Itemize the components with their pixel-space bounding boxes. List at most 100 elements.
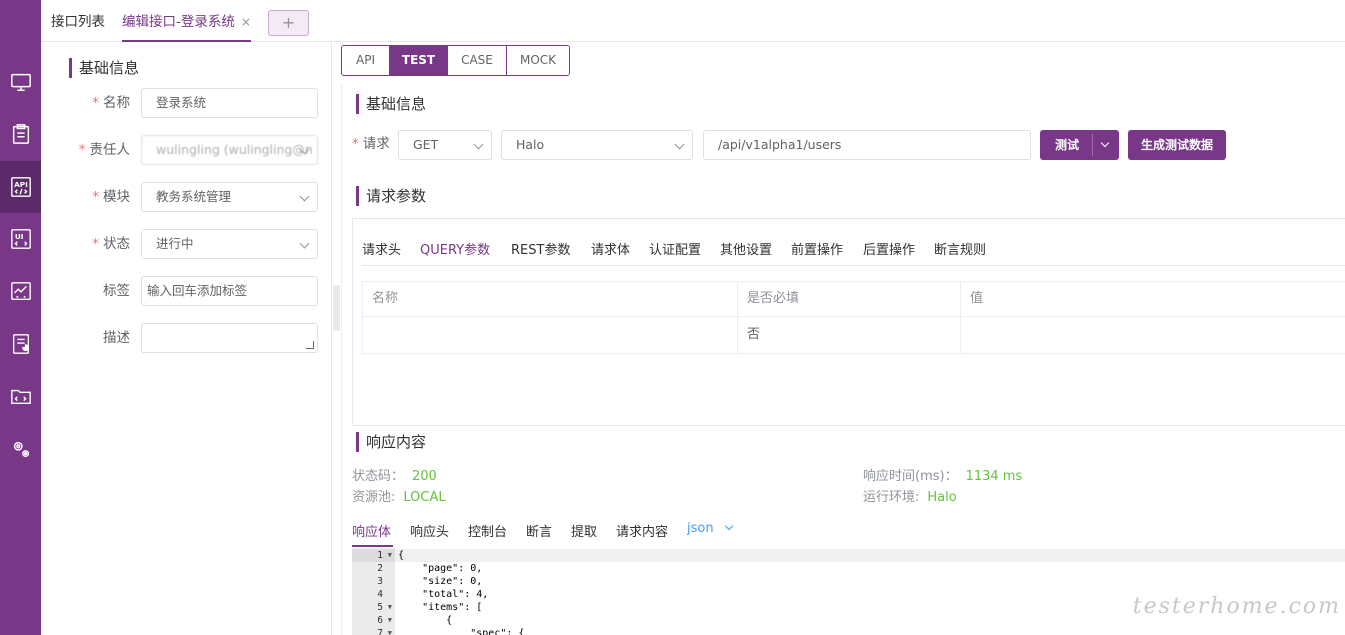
- response-title: 响应内容: [356, 432, 426, 452]
- desc-row: 描述: [51, 323, 332, 353]
- response-time: 响应时间(ms)： 1134 ms: [863, 469, 1023, 484]
- tab-mock[interactable]: MOCK: [507, 46, 569, 75]
- settings-icon[interactable]: [0, 423, 41, 475]
- line-number: 1 ▼: [352, 549, 395, 562]
- line-number: 7 ▼: [377, 628, 392, 635]
- line-gutter: 1 ▼ 2 3 4 5 ▼ 6 ▼ 7 ▼: [352, 548, 395, 635]
- code-line: "size": 0,: [398, 576, 483, 587]
- svg-text:API: API: [14, 180, 28, 189]
- owner-row: * 责任人 wulingling (wulingling@n: [51, 135, 332, 165]
- active-tab-indicator: [352, 545, 393, 547]
- folder-icon[interactable]: [0, 370, 41, 422]
- code-line: {: [398, 615, 453, 626]
- basic-info-form: 基础信息 * 名称 登录系统 * 责任人 wulingling (wulinglin…: [51, 42, 332, 635]
- generate-test-data-button[interactable]: 生成测试数据: [1128, 130, 1226, 160]
- status-label: * 状态: [92, 236, 130, 252]
- tab-query-params[interactable]: QUERY参数: [420, 239, 490, 258]
- line-number: 2: [377, 563, 383, 574]
- table-cell-required[interactable]: 否: [738, 318, 760, 351]
- chart-icon[interactable]: [0, 265, 41, 317]
- tab-headers[interactable]: 请求头: [362, 239, 401, 258]
- run-environment: 运行环境: Halo: [863, 490, 957, 505]
- owner-select[interactable]: wulingling (wulingling@n: [141, 135, 318, 165]
- tab-response-headers[interactable]: 响应头: [410, 521, 449, 540]
- request-params-title: 请求参数: [356, 186, 426, 206]
- monitor-icon[interactable]: [0, 56, 41, 108]
- tab-other-settings[interactable]: 其他设置: [720, 239, 772, 258]
- close-icon[interactable]: ×: [241, 15, 251, 29]
- nav-rail: API UI: [0, 0, 41, 635]
- desc-label: 描述: [103, 330, 130, 346]
- line-number: 4: [377, 589, 383, 600]
- status-row: * 状态 进行中: [51, 229, 332, 259]
- status-select[interactable]: 进行中: [141, 229, 318, 259]
- line-number: 5 ▼: [377, 602, 392, 613]
- tab-response-body[interactable]: 响应体: [352, 521, 391, 540]
- tab-request-content[interactable]: 请求内容: [616, 521, 668, 540]
- line-number: 3: [377, 576, 383, 587]
- tab-edit-interface[interactable]: 编辑接口-登录系统 ×: [122, 0, 251, 42]
- tab-assertions[interactable]: 断言: [526, 521, 552, 540]
- tab-auth[interactable]: 认证配置: [649, 239, 701, 258]
- tags-label: 标签: [103, 283, 130, 299]
- status-code: 状态码： 200: [352, 469, 437, 484]
- clipboard-icon[interactable]: [0, 108, 41, 160]
- form-title: 基础信息: [69, 58, 139, 78]
- tab-body[interactable]: 请求体: [591, 239, 630, 258]
- code-line: "total": 4,: [398, 589, 489, 600]
- tab-post-operations[interactable]: 后置操作: [863, 239, 915, 258]
- module-label: * 模块: [92, 189, 130, 205]
- name-input[interactable]: 登录系统: [141, 88, 318, 118]
- code-line: "spec": {: [398, 628, 525, 635]
- tab-api[interactable]: API: [342, 46, 390, 75]
- tags-input[interactable]: 输入回车添加标签: [141, 276, 318, 306]
- tab-pre-operations[interactable]: 前置操作: [791, 239, 843, 258]
- name-row: * 名称 登录系统: [51, 88, 332, 118]
- module-select[interactable]: 教务系统管理: [141, 182, 318, 212]
- response-body-editor[interactable]: 1 ▼ 2 3 4 5 ▼ 6 ▼ 7 ▼ { "page": 0, "size": 0…: [352, 548, 1345, 635]
- url-input[interactable]: /api/v1alpha1/users: [703, 130, 1031, 160]
- test-button[interactable]: 测试: [1040, 130, 1119, 160]
- tab-test[interactable]: TEST: [390, 46, 448, 75]
- column-header-name: 名称: [372, 291, 399, 306]
- tab-interface-list[interactable]: 接口列表: [51, 0, 105, 42]
- owner-label: * 责任人: [78, 142, 130, 158]
- watermark: testerhome.com: [1132, 594, 1341, 619]
- tab-edit-label: 编辑接口-登录系统: [122, 14, 235, 30]
- app-root: API UI 接口列表 编辑接口-登录系统 × + 基础信息 *名称 登录系统: [0, 0, 1345, 635]
- tab-assertion-rules[interactable]: 断言规则: [934, 239, 986, 258]
- chevron-down-icon: [473, 139, 484, 150]
- column-header-required: 是否必填: [747, 291, 800, 306]
- method-select[interactable]: GET: [398, 130, 492, 160]
- request-label: * 请求: [352, 136, 390, 152]
- tags-row: 标签 输入回车添加标签: [51, 276, 332, 306]
- top-tabs: 接口列表 编辑接口-登录系统 × +: [41, 0, 1345, 42]
- name-label: * 名称: [92, 95, 130, 111]
- chevron-down-icon[interactable]: [1100, 138, 1110, 148]
- add-tab-button[interactable]: +: [268, 10, 309, 36]
- ui-icon[interactable]: UI: [0, 213, 41, 265]
- chevron-down-icon: [724, 521, 733, 531]
- tabs-divider: [362, 265, 1345, 266]
- panel-resize-handle[interactable]: [333, 285, 340, 331]
- format-select[interactable]: json: [687, 521, 733, 536]
- chevron-down-icon: [299, 238, 310, 249]
- code-line: "page": 0,: [398, 563, 483, 574]
- code-line: {: [395, 549, 1345, 562]
- tab-extract[interactable]: 提取: [571, 521, 597, 540]
- tab-case[interactable]: CASE: [448, 46, 507, 75]
- mode-tabs: API TEST CASE MOCK: [341, 45, 570, 76]
- basic-info-title: 基础信息: [356, 94, 426, 114]
- resize-handle-icon[interactable]: [306, 341, 314, 349]
- code-line: "items": [: [398, 602, 483, 613]
- chevron-down-icon: [674, 139, 685, 150]
- report-icon[interactable]: [0, 318, 41, 370]
- api-icon[interactable]: API: [0, 161, 41, 213]
- svg-text:UI: UI: [14, 232, 23, 241]
- column-header-value: 值: [970, 291, 984, 306]
- line-number: 6 ▼: [377, 615, 392, 626]
- tab-rest-params[interactable]: REST参数: [511, 239, 570, 258]
- desc-textarea[interactable]: [141, 323, 318, 353]
- environment-select[interactable]: Halo: [501, 130, 693, 160]
- tab-console[interactable]: 控制台: [468, 521, 507, 540]
